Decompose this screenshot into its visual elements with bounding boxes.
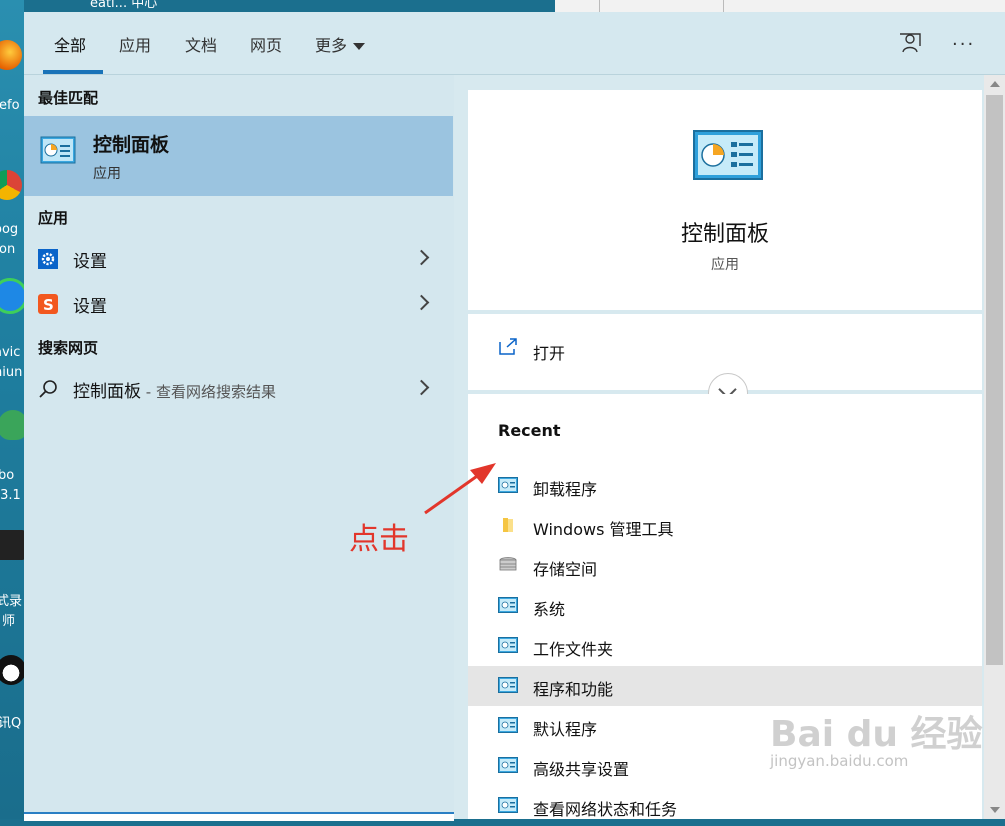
control-panel-icon <box>498 797 518 813</box>
open-external-icon <box>499 338 517 355</box>
web-search-heading: 搜索网页 <box>38 339 99 357</box>
search-tabs-bar: 全部 应用 文档 网页 更多 ··· <box>24 12 1005 75</box>
chrome-icon[interactable] <box>0 170 22 200</box>
scrollbar[interactable] <box>984 75 1005 819</box>
recorder-icon[interactable] <box>0 530 24 560</box>
control-panel-icon <box>498 597 518 613</box>
recent-item-label: 默认程序 <box>533 720 598 739</box>
recent-item-label: 卸载程序 <box>533 480 598 499</box>
desktop-label: oog <box>0 222 19 237</box>
svg-text:S: S <box>43 296 54 314</box>
open-label: 打开 <box>533 344 566 363</box>
watermark-logo: Bai du 经验 <box>770 714 983 755</box>
watermark-url: jingyan.baidu.com <box>770 752 909 770</box>
desktop-label: 师 <box>2 614 16 629</box>
control-panel-icon <box>498 717 518 733</box>
desktop-label: .3.1 <box>0 488 21 503</box>
control-panel-icon <box>498 677 518 693</box>
tab-web[interactable]: 网页 <box>250 32 282 74</box>
tab-more[interactable]: 更多 <box>315 32 366 74</box>
desktop-label: 式录 <box>0 594 23 609</box>
tab-documents[interactable]: 文档 <box>185 32 217 74</box>
scroll-down-icon[interactable] <box>990 807 1000 813</box>
chevron-right-icon[interactable] <box>413 249 430 266</box>
control-panel-icon <box>498 637 518 653</box>
desktop-label: niun <box>0 365 23 380</box>
recent-item-label: 程序和功能 <box>533 680 614 699</box>
active-tab-indicator <box>43 70 103 74</box>
qq-icon[interactable] <box>0 655 24 685</box>
folder-icon <box>503 518 513 532</box>
scrollbar-thumb[interactable] <box>986 95 1003 665</box>
recent-item[interactable]: Windows 管理工具 <box>468 506 982 546</box>
app-icon[interactable] <box>0 278 24 314</box>
firefox-icon[interactable] <box>0 40 22 70</box>
app-preview-type: 应用 <box>711 257 739 273</box>
sogou-icon: S <box>38 294 58 314</box>
recent-item[interactable]: 工作文件夹 <box>468 626 982 666</box>
recent-item-label: 高级共享设置 <box>533 760 630 779</box>
desktop-label: 讯Q <box>0 716 22 731</box>
chevron-right-icon[interactable] <box>413 379 430 396</box>
recent-item-label: 工作文件夹 <box>533 640 614 659</box>
search-panel: 全部 应用 文档 网页 更多 ··· 最佳匹配 控制面板 应用 应用 设置 S … <box>24 12 1005 821</box>
annotation-label: 点击 <box>349 522 409 557</box>
desktop-strip: refo oog ron avic niun bo .3.1 式录 师 讯Q <box>0 0 24 819</box>
apps-heading: 应用 <box>38 209 69 227</box>
web-search-result[interactable]: 控制面板 - 查看网络搜索结果 <box>24 368 453 410</box>
recent-item[interactable]: 存储空间 <box>468 546 982 586</box>
best-match-name: 控制面板 <box>93 134 170 156</box>
tab-apps[interactable]: 应用 <box>119 32 151 74</box>
control-panel-icon <box>498 757 518 773</box>
recent-item-label: 系统 <box>533 600 566 619</box>
desktop-label: refo <box>0 98 20 113</box>
app-preview-card: 控制面板 应用 <box>468 90 982 310</box>
web-search-label: 控制面板 - 查看网络搜索结果 <box>73 377 276 402</box>
recent-item-highlighted[interactable]: 程序和功能 <box>468 666 982 706</box>
storage-icon <box>499 557 517 571</box>
app-result-sogou-settings[interactable]: S 设置 <box>24 283 453 325</box>
recent-item-label: 存储空间 <box>533 560 598 579</box>
recent-item[interactable]: 系统 <box>468 586 982 626</box>
best-match-item[interactable]: 控制面板 应用 <box>24 116 453 196</box>
web-search-suffix: - 查看网络搜索结果 <box>141 383 276 401</box>
desktop-top-label: eati... 中心 <box>90 0 158 11</box>
best-match-heading: 最佳匹配 <box>38 89 99 107</box>
tab-more-label: 更多 <box>315 36 348 55</box>
tab-all[interactable]: 全部 <box>54 32 86 74</box>
recent-item[interactable]: 查看网络状态和任务 <box>468 786 982 826</box>
recent-item-label: 查看网络状态和任务 <box>533 800 678 819</box>
desktop-label: bo <box>0 468 15 483</box>
scroll-up-icon[interactable] <box>990 81 1000 87</box>
desktop-label: ron <box>0 242 16 257</box>
chevron-down-icon <box>353 43 366 50</box>
recent-item[interactable]: 卸载程序 <box>468 466 982 506</box>
more-options-icon[interactable]: ··· <box>952 34 975 55</box>
leaf-app-icon[interactable] <box>0 410 24 440</box>
best-match-type: 应用 <box>93 166 121 182</box>
recent-heading: Recent <box>498 421 561 440</box>
recent-item-label: Windows 管理工具 <box>533 520 674 539</box>
results-list: 最佳匹配 控制面板 应用 应用 设置 S 设置 搜索网页 控制面板 - 查看网络… <box>24 75 454 819</box>
control-panel-icon <box>40 136 76 164</box>
desktop-label: avic <box>0 345 21 360</box>
search-box-edge[interactable] <box>24 812 454 821</box>
app-result-label: 设置 <box>73 297 107 317</box>
control-panel-icon <box>498 477 518 493</box>
app-result-label: 设置 <box>73 252 107 272</box>
search-icon <box>39 380 57 398</box>
app-result-settings[interactable]: 设置 <box>24 238 453 280</box>
feedback-icon[interactable] <box>897 30 923 56</box>
control-panel-icon <box>693 130 763 180</box>
web-search-query: 控制面板 <box>73 382 141 402</box>
chevron-right-icon[interactable] <box>413 294 430 311</box>
app-preview-name: 控制面板 <box>680 222 769 247</box>
gear-icon <box>38 249 58 269</box>
